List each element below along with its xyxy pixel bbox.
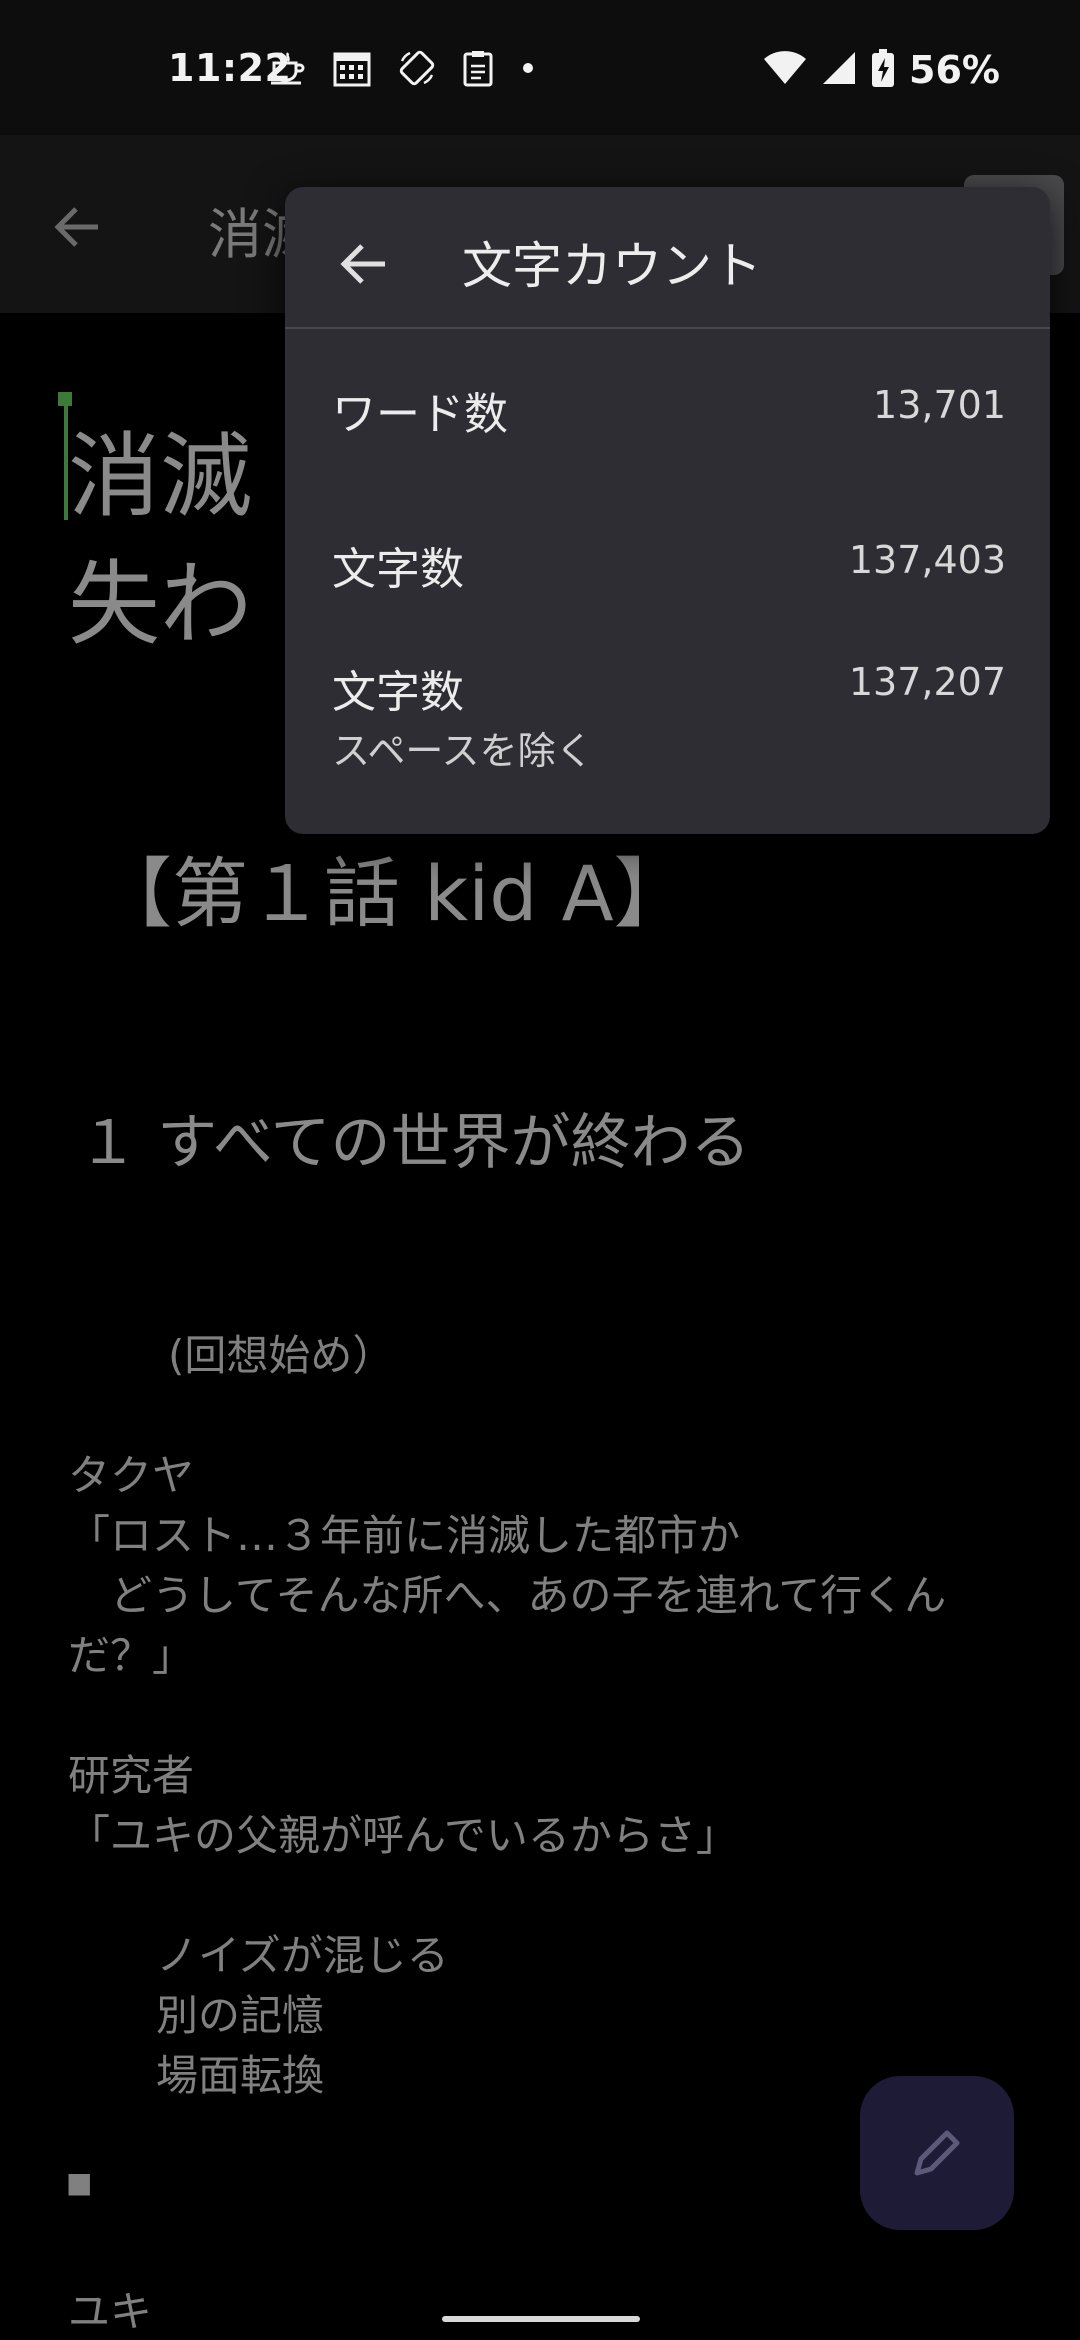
rotate-icon	[398, 49, 436, 91]
dot-icon	[520, 60, 536, 80]
document-line: だ？」	[68, 1631, 195, 1680]
document-line: (回想始め）	[168, 1331, 395, 1380]
document-line: ユキ	[68, 2287, 153, 2336]
battery-charging-icon	[871, 48, 895, 92]
document-line: 「ロスト…３年前に消滅した都市か	[68, 1511, 741, 1560]
count-sublabel: スペースを除く	[332, 729, 594, 773]
cellular-signal-icon	[821, 50, 857, 90]
chapter-heading: 【第１話 kid A】	[96, 849, 690, 938]
back-arrow-icon[interactable]	[48, 197, 108, 257]
word-count-dialog: 文字カウント ワード数 13,701 文字数 137,403 文字数 スペースを…	[285, 187, 1050, 834]
gesture-nav-bar[interactable]	[442, 2316, 640, 2322]
clipboard-icon	[462, 49, 494, 91]
back-arrow-icon	[340, 244, 385, 284]
count-label: 文字数	[332, 544, 464, 595]
edit-fab-button[interactable]	[860, 2076, 1014, 2230]
count-label: 文字数	[332, 667, 464, 718]
document-line: ■	[66, 2166, 93, 2199]
count-value: 13,701	[873, 383, 1006, 427]
count-value: 137,207	[848, 660, 1006, 704]
dialog-back-button[interactable]	[335, 235, 393, 293]
wifi-icon	[763, 50, 807, 90]
status-icons-right: 56%	[763, 46, 1000, 94]
document-line: ノイズが混じる	[156, 1931, 449, 1980]
document-title-line-2: 失わ	[68, 551, 253, 658]
dialog-divider	[285, 327, 1050, 329]
document-title-line-1: 消滅	[68, 423, 253, 530]
calendar-icon	[332, 48, 372, 92]
document-line: 「ユキの父親が呼んでいるからさ」	[68, 1811, 738, 1860]
dialog-title: 文字カウント	[462, 237, 762, 295]
count-value: 137,403	[848, 538, 1006, 582]
count-label: ワード数	[332, 389, 508, 440]
teacup-icon	[268, 49, 306, 91]
status-bar: 11:22 56%	[0, 0, 1080, 135]
document-line: タクヤ	[68, 1451, 195, 1500]
document-line: 場面転換	[156, 2051, 325, 2100]
document-line: 研究者	[68, 1751, 195, 1800]
document-line: 別の記憶	[156, 1991, 325, 2040]
status-icons-left	[268, 48, 536, 92]
section-heading: １ すべての世界が終わる	[78, 1108, 751, 1178]
battery-percent: 56%	[909, 48, 1000, 92]
document-line: どうしてそんな所へ、あの子を連れて行くん	[68, 1571, 947, 1620]
